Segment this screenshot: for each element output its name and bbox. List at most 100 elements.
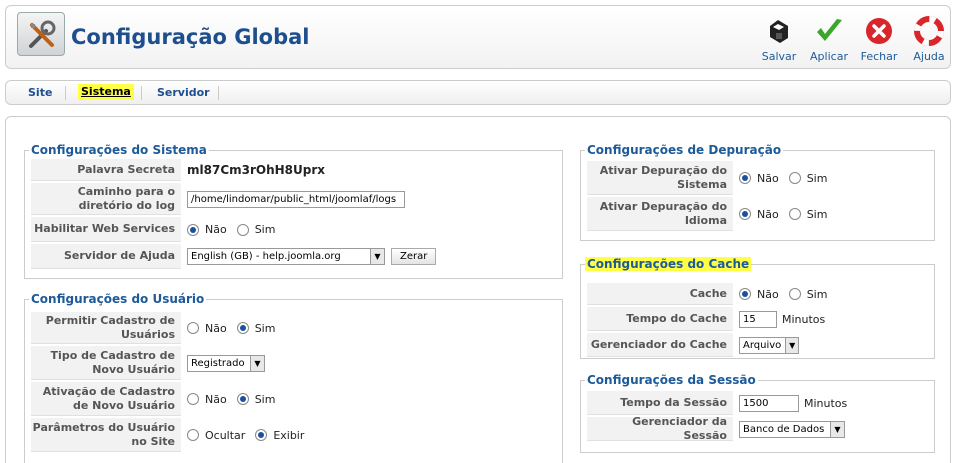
help-server-label: Servidor de Ajuda: [31, 244, 181, 269]
apply-label: Aplicar: [810, 50, 848, 63]
debug-language-no-radio[interactable]: [739, 208, 751, 220]
apply-check-icon: [817, 19, 842, 41]
user-params-hide-label: Ocultar: [205, 428, 246, 442]
session-settings-legend: Configurações da Sessão: [587, 373, 756, 387]
registration-type-select[interactable]: Registrado ▼: [187, 354, 265, 372]
debug-settings-legend: Configurações de Depuração: [587, 143, 782, 157]
log-path-input[interactable]: /home/lindomar/public_html/joomlaf/logs: [187, 190, 405, 208]
submenu-bar: Site Sistema Servidor: [5, 80, 951, 105]
help-lifebuoy-icon: [914, 16, 944, 46]
cache-settings-fieldset: Configurações do Cache Cache Não Sim Tem…: [580, 257, 935, 359]
help-server-row: Servidor de Ajuda English (GB) - help.jo…: [31, 244, 556, 269]
tab-separator: [141, 86, 142, 100]
cache-handler-row: Gerenciador do Cache Arquivo ▼: [587, 333, 928, 357]
session-handler-value: Banco de Dados: [743, 423, 825, 435]
chevron-down-icon: ▼: [250, 355, 264, 371]
save-button[interactable]: Salvar: [754, 16, 804, 68]
activation-yes-radio[interactable]: [236, 393, 249, 405]
user-params-show-label: Exibir: [273, 428, 305, 442]
debug-language-no-label: Não: [757, 207, 779, 221]
secret-word-row: Palavra Secreta ml87Cm3rOhH8Uprx: [31, 159, 556, 181]
help-server-select[interactable]: English (GB) - help.joomla.org ▼: [187, 248, 385, 265]
close-icon: [866, 18, 892, 44]
web-services-yes-label: Sim: [254, 223, 276, 236]
session-settings-fieldset: Configurações da Sessão Tempo da Sessão …: [580, 373, 935, 453]
debug-settings-fieldset: Configurações de Depuração Ativar Depura…: [580, 143, 935, 241]
cache-time-label: Tempo do Cache: [587, 307, 733, 331]
registration-type-value: Registrado: [191, 357, 245, 369]
help-button[interactable]: Ajuda: [904, 16, 954, 68]
web-services-row: Habilitar Web Services Não Sim: [31, 217, 556, 242]
save-icon: [770, 20, 788, 43]
system-settings-legend: Configurações do Sistema: [31, 143, 207, 157]
cache-settings-legend: Configurações do Cache: [585, 257, 752, 271]
cache-handler-select[interactable]: Arquivo ▼: [739, 336, 799, 354]
web-services-no-radio[interactable]: [187, 223, 199, 236]
secret-word-label: Palavra Secreta: [31, 159, 181, 181]
debug-language-row: Ativar Depuração do Idioma Não Sim: [587, 197, 928, 231]
debug-language-label: Ativar Depuração do Idioma: [587, 197, 733, 231]
session-time-input[interactable]: 1500: [739, 394, 799, 412]
session-handler-row: Gerenciador da Sessão Banco de Dados ▼: [587, 415, 928, 442]
cache-no-radio[interactable]: [739, 288, 751, 300]
user-params-label: Parâmetros do Usuário no Site: [31, 418, 181, 452]
config-tools-icon: [17, 12, 65, 56]
close-label: Fechar: [860, 50, 898, 63]
help-server-value: English (GB) - help.joomla.org: [191, 251, 341, 262]
log-path-row: Caminho para o diretório do log /home/li…: [31, 183, 556, 215]
page-title: Configuração Global: [71, 25, 310, 49]
tab-separator: [218, 86, 219, 100]
session-time-label: Tempo da Sessão: [587, 391, 733, 415]
tab-site[interactable]: Site: [28, 86, 52, 99]
chevron-down-icon: ▼: [830, 421, 844, 437]
user-params-hide-radio[interactable]: [187, 429, 199, 441]
user-params-show-radio[interactable]: [255, 429, 268, 441]
user-settings-legend: Configurações do Usuário: [31, 292, 205, 306]
debug-system-row: Ativar Depuração do Sistema Não Sim: [587, 161, 928, 195]
allow-registration-yes-radio[interactable]: [236, 322, 249, 334]
registration-activation-label: Ativação de Cadastro de Novo Usuário: [31, 382, 181, 416]
session-time-row: Tempo da Sessão 1500 Minutos: [587, 391, 928, 415]
tab-separator: [65, 86, 66, 100]
tab-sistema[interactable]: Sistema: [78, 84, 134, 100]
allow-registration-no-label: Não: [205, 321, 227, 335]
help-label: Ajuda: [913, 50, 945, 63]
debug-system-yes-radio[interactable]: [788, 172, 801, 184]
main-panel: Configurações do Sistema Palavra Secreta…: [5, 116, 951, 463]
cache-handler-value: Arquivo: [743, 339, 782, 351]
log-path-label: Caminho para o diretório do log: [31, 183, 181, 215]
apply-button[interactable]: Aplicar: [804, 16, 854, 68]
web-services-yes-radio[interactable]: [236, 223, 249, 236]
session-time-unit: Minutos: [804, 396, 848, 410]
debug-language-yes-radio[interactable]: [788, 208, 801, 220]
registration-type-label: Tipo de Cadastro de Novo Usuário: [31, 346, 181, 380]
cache-time-input[interactable]: 15: [739, 310, 777, 328]
activation-no-radio[interactable]: [187, 393, 199, 405]
allow-registration-label: Permitir Cadastro de Usuários: [31, 312, 181, 344]
save-label: Salvar: [761, 50, 797, 63]
debug-system-no-label: Não: [757, 171, 779, 185]
allow-registration-yes-label: Sim: [254, 321, 276, 335]
cache-row: Cache Não Sim: [587, 283, 928, 305]
cache-handler-label: Gerenciador do Cache: [587, 333, 733, 357]
cache-label: Cache: [587, 283, 733, 305]
reset-button[interactable]: Zerar: [391, 248, 437, 265]
tab-servidor[interactable]: Servidor: [157, 86, 210, 99]
debug-system-no-radio[interactable]: [739, 172, 751, 184]
chevron-down-icon: ▼: [370, 249, 384, 264]
cache-yes-radio[interactable]: [788, 288, 801, 300]
secret-word-value: ml87Cm3rOhH8Uprx: [187, 163, 326, 177]
close-button[interactable]: Fechar: [854, 16, 904, 68]
debug-system-label: Ativar Depuração do Sistema: [587, 161, 733, 195]
session-handler-select[interactable]: Banco de Dados ▼: [739, 420, 845, 438]
toolbar-header: Configuração Global Salvar Aplicar Fecha…: [5, 5, 951, 69]
registration-activation-row: Ativação de Cadastro de Novo Usuário Não…: [31, 382, 556, 416]
allow-registration-row: Permitir Cadastro de Usuários Não Sim: [31, 312, 556, 344]
activation-yes-label: Sim: [254, 392, 276, 406]
user-params-row: Parâmetros do Usuário no Site Ocultar Ex…: [31, 418, 556, 452]
allow-registration-no-radio[interactable]: [187, 322, 199, 334]
system-settings-fieldset: Configurações do Sistema Palavra Secreta…: [24, 143, 563, 279]
chevron-down-icon: ▼: [785, 337, 798, 353]
cache-time-unit: Minutos: [782, 312, 826, 326]
session-handler-label: Gerenciador da Sessão: [587, 415, 733, 442]
